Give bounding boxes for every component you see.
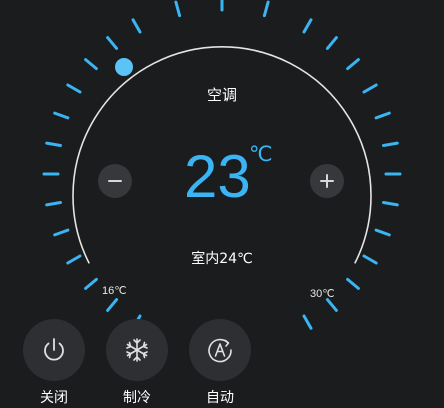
increase-temp-button[interactable] bbox=[310, 164, 344, 198]
dial-tick bbox=[84, 277, 98, 290]
dial-tick bbox=[84, 58, 98, 71]
dial-tick bbox=[374, 111, 391, 120]
dial-tick bbox=[45, 201, 62, 207]
dial-tick bbox=[174, 0, 182, 18]
setpoint-temperature: 23 bbox=[184, 143, 251, 210]
dial-tick bbox=[106, 298, 119, 312]
dial-tick bbox=[346, 277, 360, 290]
decrease-temp-button[interactable] bbox=[98, 164, 132, 198]
power-off-button[interactable] bbox=[23, 319, 85, 381]
indoor-temperature: 室内24℃ bbox=[191, 251, 253, 267]
dial-tick bbox=[382, 201, 399, 207]
dial-tick bbox=[131, 18, 142, 34]
max-temp-label: 30℃ bbox=[310, 288, 335, 300]
dial-tick bbox=[302, 314, 313, 330]
minus-icon bbox=[108, 180, 122, 182]
dial-tick bbox=[106, 36, 119, 50]
cool-mode-label: 制冷 bbox=[123, 390, 151, 406]
power-off-label: 关闭 bbox=[40, 390, 68, 406]
cool-mode-button[interactable] bbox=[106, 319, 168, 381]
dial-tick bbox=[66, 254, 82, 265]
power-icon bbox=[44, 338, 64, 361]
auto-mode-button[interactable] bbox=[189, 319, 251, 381]
auto-mode-label: 自动 bbox=[206, 390, 234, 406]
snowflake-icon bbox=[126, 338, 148, 362]
dial-tick bbox=[382, 141, 399, 147]
plus-icon bbox=[320, 174, 334, 188]
dial-tick bbox=[346, 58, 360, 71]
dial-tick bbox=[325, 36, 338, 50]
dial-tick bbox=[302, 18, 313, 34]
dial-tick bbox=[45, 141, 62, 147]
dial-tick bbox=[66, 83, 82, 94]
auto-icon bbox=[208, 338, 232, 363]
temperature-unit: ℃ bbox=[249, 142, 273, 166]
dial-tick bbox=[362, 254, 378, 265]
dial-knob[interactable] bbox=[115, 58, 133, 76]
dial-tick bbox=[362, 83, 378, 94]
dial-tick bbox=[374, 228, 391, 237]
min-temp-label: 16℃ bbox=[102, 285, 127, 297]
dial-tick bbox=[262, 0, 270, 18]
device-name: 空调 bbox=[206, 86, 237, 104]
dial-tick bbox=[53, 111, 70, 120]
dial-tick bbox=[53, 228, 70, 237]
dial-tick bbox=[325, 298, 338, 312]
